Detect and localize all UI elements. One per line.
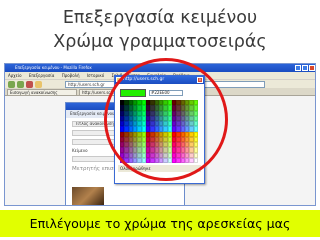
home-icon[interactable] xyxy=(35,81,42,88)
tab-announcement[interactable]: Εισαγωγή ανακοίνωσης xyxy=(7,89,77,96)
menu-view[interactable]: Προβολή xyxy=(62,73,80,78)
menu-history[interactable]: Ιστορικό xyxy=(87,73,104,78)
maximize-icon[interactable] xyxy=(302,65,308,71)
highlight-circle xyxy=(104,58,228,181)
forward-icon[interactable] xyxy=(17,81,24,88)
editor-image xyxy=(72,187,104,205)
caption-bar: Επιλέγουμε το χρώμα της αρεσκείας μας xyxy=(0,210,320,237)
minimize-icon[interactable] xyxy=(295,65,301,71)
menu-edit[interactable]: Επεξεργασία xyxy=(29,73,55,78)
browser-window-title: Επεξεργασία κειμένου - Mozilla Firefox xyxy=(15,65,92,70)
caption-text: Επιλέγουμε το χρώμα της αρεσκείας μας xyxy=(29,216,291,231)
back-icon[interactable] xyxy=(8,81,15,88)
menu-file[interactable]: Αρχείο xyxy=(8,73,22,78)
stop-icon[interactable] xyxy=(26,81,33,88)
close-icon[interactable] xyxy=(309,65,315,71)
slide-title-line1: Επεξεργασία κειμένου xyxy=(62,8,258,28)
slide-title-line2: Χρώμα γραμματοσειράς xyxy=(53,32,267,52)
